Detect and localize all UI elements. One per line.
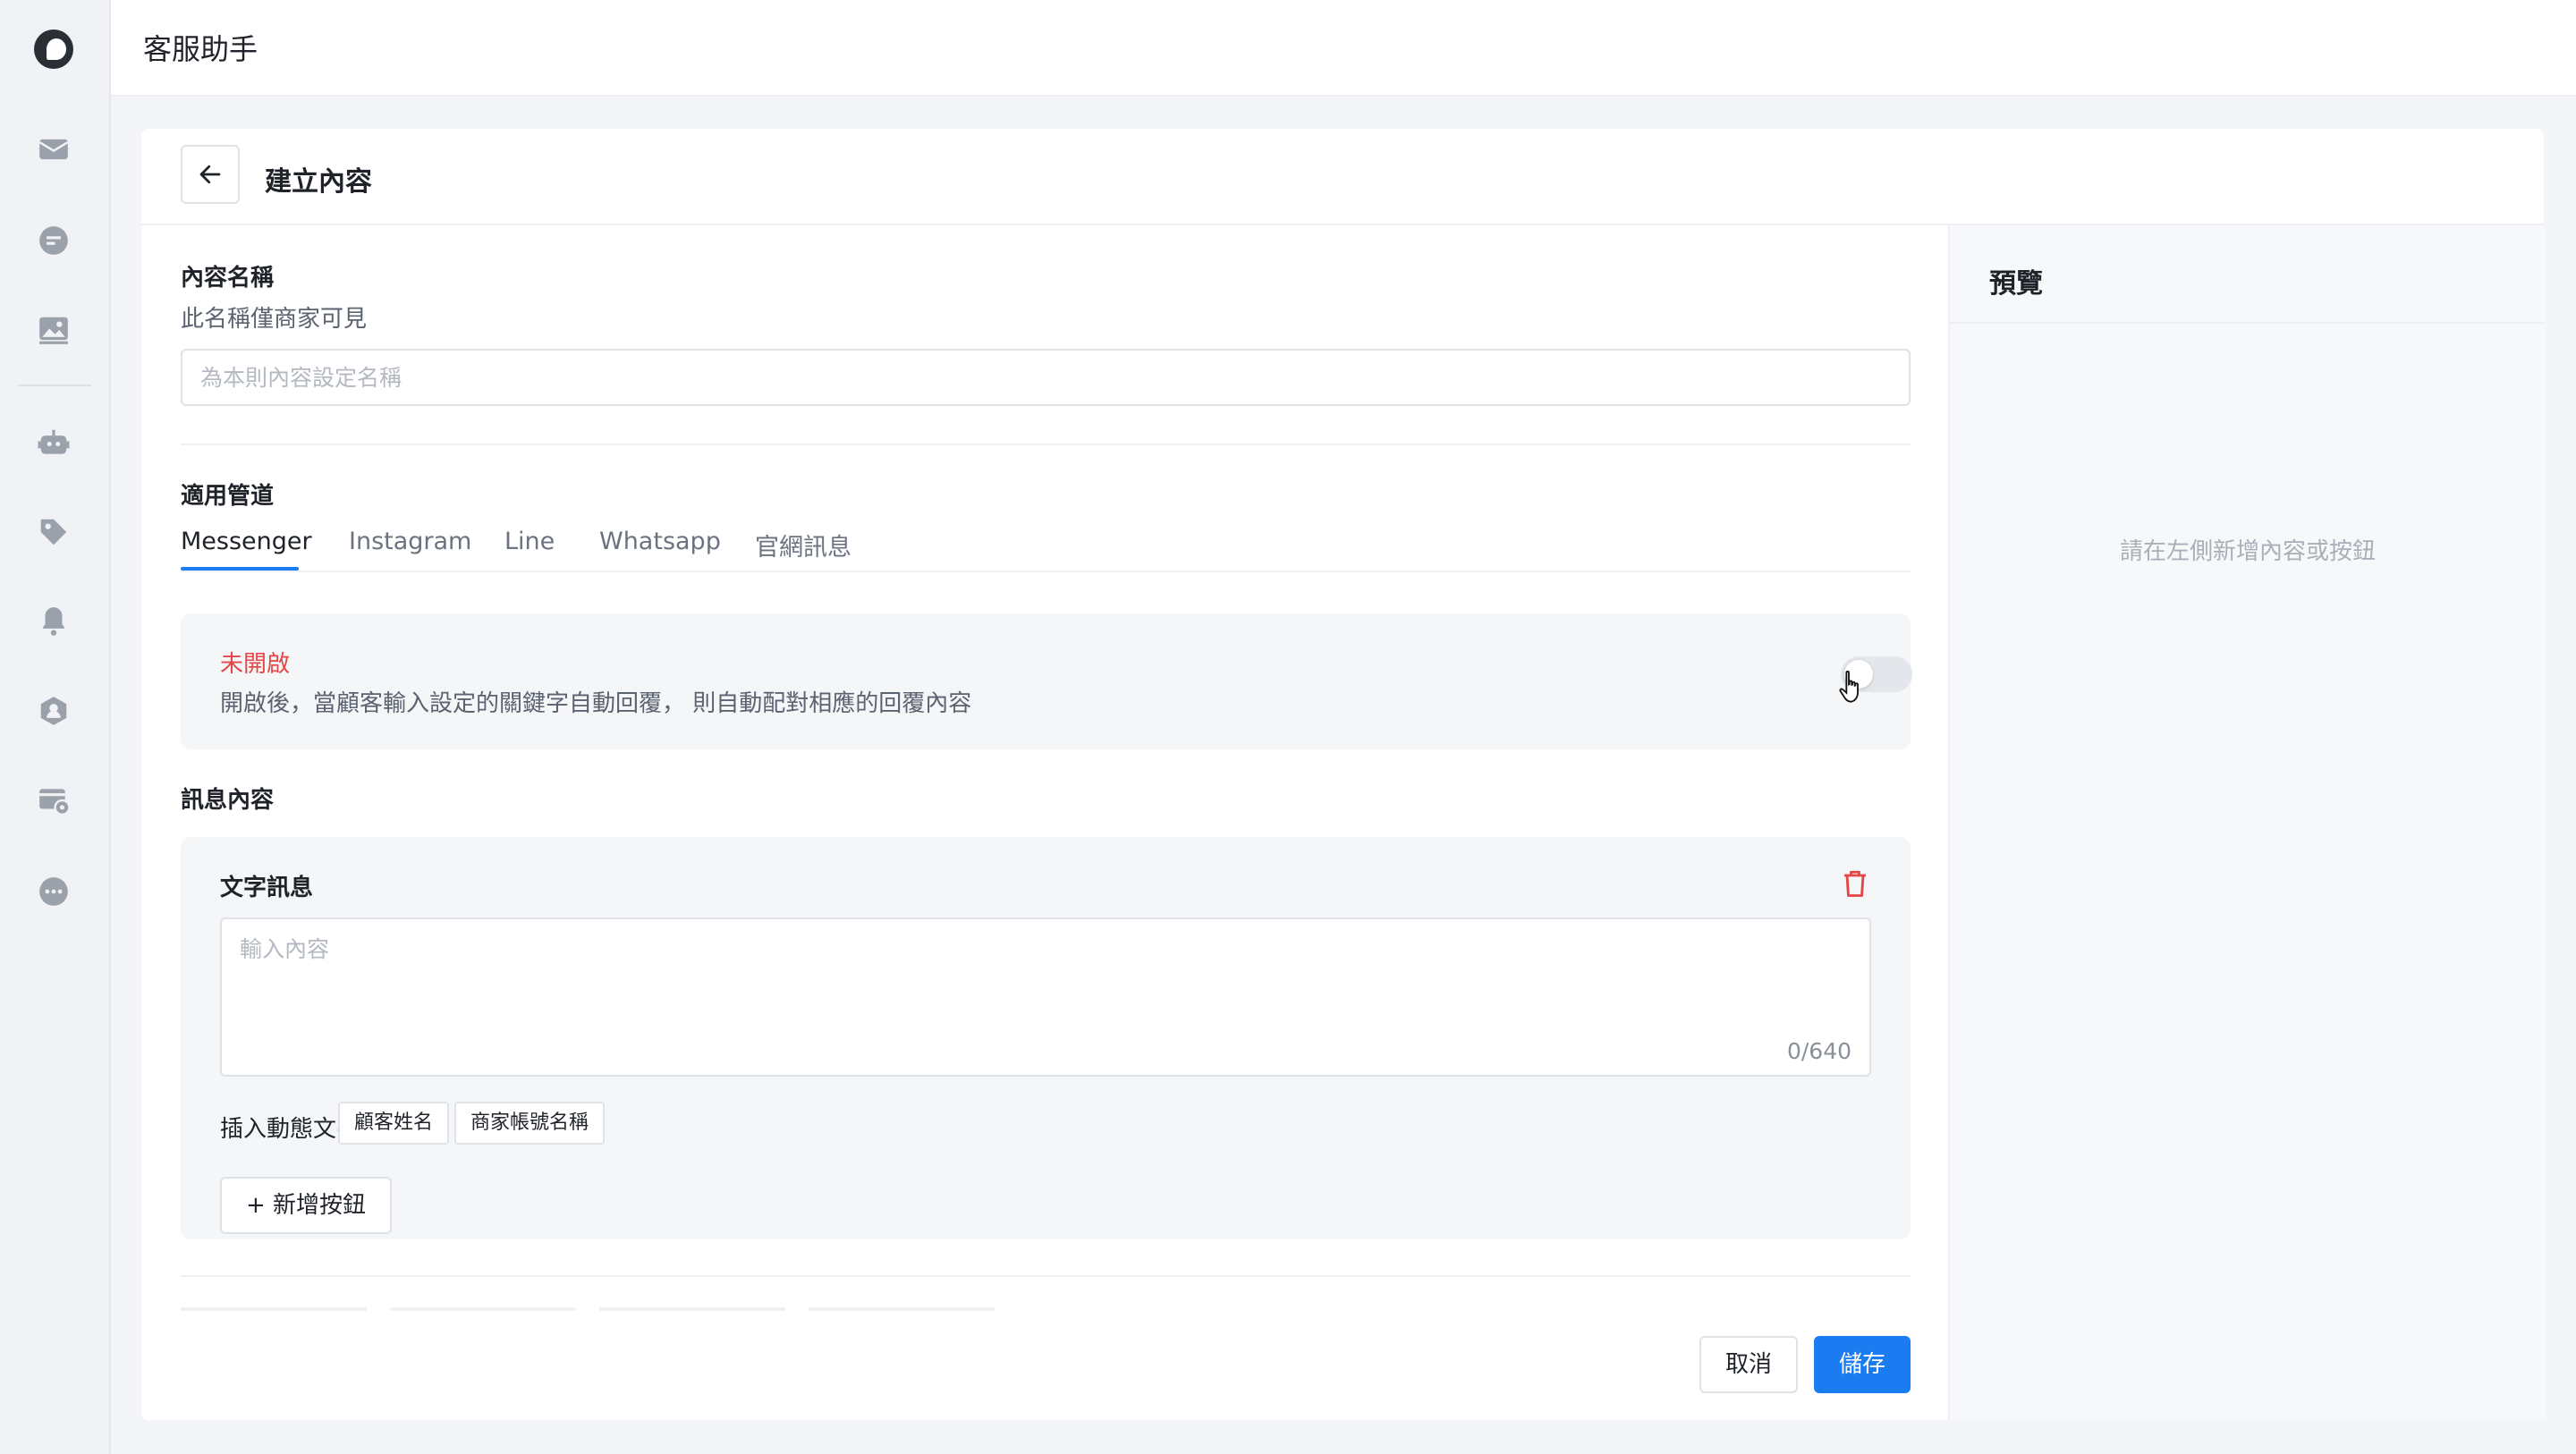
message-placeholder: 輸入內容 xyxy=(240,936,330,962)
channel-label: 適用管道 xyxy=(181,483,275,510)
trash-icon[interactable] xyxy=(1839,867,1871,900)
message-type-tab[interactable] xyxy=(599,1307,785,1311)
content-name-input[interactable] xyxy=(181,349,1911,406)
card-header: 建立內容 xyxy=(141,129,2544,225)
tab-instagram[interactable]: Instagram xyxy=(349,528,471,555)
content-editor-card: 建立內容 內容名稱 此名稱僅商家可見 適用管道 Messenger Instag… xyxy=(141,129,2546,1420)
status-description: 開啟後，當顧客輸入設定的關鍵字自動回覆， 則自動配對相應的回覆內容 xyxy=(220,690,972,717)
sidebar xyxy=(0,0,111,1454)
tab-line[interactable]: Line xyxy=(504,528,555,555)
content-name-hint: 此名稱僅商家可見 xyxy=(181,306,368,333)
top-header: 客服助手 xyxy=(111,0,2576,97)
status-text: 未開啟 xyxy=(220,651,291,678)
tab-whatsapp[interactable]: Whatsapp xyxy=(599,528,721,555)
tab-messenger[interactable]: Messenger xyxy=(181,528,312,555)
parrot-logo-icon[interactable] xyxy=(34,30,73,69)
chip-customer-name[interactable]: 顧客姓名 xyxy=(338,1102,450,1145)
message-content-label: 訊息內容 xyxy=(181,787,275,814)
message-textarea[interactable]: 輸入內容 0/640 xyxy=(220,917,1871,1077)
mail-icon[interactable] xyxy=(37,132,71,166)
add-button-button[interactable]: + 新增按鈕 xyxy=(220,1177,392,1234)
tag-icon[interactable] xyxy=(37,515,71,549)
save-button[interactable]: 儲存 xyxy=(1814,1336,1911,1393)
preview-title: 預覽 xyxy=(1989,268,2043,300)
active-tab-indicator xyxy=(181,567,299,571)
arrow-left-icon xyxy=(199,165,221,184)
back-button[interactable] xyxy=(181,145,240,204)
channel-tabs: Messenger Instagram Line Whatsapp 官網訊息 xyxy=(181,517,1911,572)
tab-website-message[interactable]: 官網訊息 xyxy=(755,528,852,562)
chat-bubble-icon[interactable] xyxy=(37,224,71,258)
content-name-label: 內容名稱 xyxy=(181,265,275,292)
bell-icon[interactable] xyxy=(37,604,71,638)
preview-panel: 預覽 請在左側新增內容或按鈕 xyxy=(1948,225,2546,1420)
message-type-tab[interactable] xyxy=(181,1307,367,1311)
divider xyxy=(181,1275,1911,1277)
hand-cursor-icon xyxy=(1839,671,1859,703)
chip-merchant-account-name[interactable]: 商家帳號名稱 xyxy=(454,1102,606,1145)
message-type-tab[interactable] xyxy=(809,1307,995,1311)
image-icon[interactable] xyxy=(37,313,71,347)
sidebar-divider xyxy=(18,385,91,386)
app-title: 客服助手 xyxy=(143,32,258,66)
page-title: 建立內容 xyxy=(265,166,372,198)
character-count: 0/640 xyxy=(1786,1038,1852,1064)
more-dots-icon[interactable] xyxy=(37,875,71,909)
cancel-button[interactable]: 取消 xyxy=(1699,1336,1798,1393)
text-message-title: 文字訊息 xyxy=(220,875,314,901)
card-gear-icon[interactable] xyxy=(37,783,71,817)
user-badge-icon[interactable] xyxy=(37,694,71,728)
auto-reply-status-panel: 未開啟 開啟後，當顧客輸入設定的關鍵字自動回覆， 則自動配對相應的回覆內容 xyxy=(181,613,1912,749)
text-message-card: 文字訊息 輸入內容 0/640 插入動態文字: 顧客姓名 商家帳號名稱 + 新增… xyxy=(181,837,1911,1239)
message-type-tab[interactable] xyxy=(390,1307,576,1311)
divider xyxy=(181,444,1911,445)
robot-icon[interactable] xyxy=(37,426,71,460)
preview-empty-text: 請在左側新增內容或按鈕 xyxy=(2119,538,2376,565)
